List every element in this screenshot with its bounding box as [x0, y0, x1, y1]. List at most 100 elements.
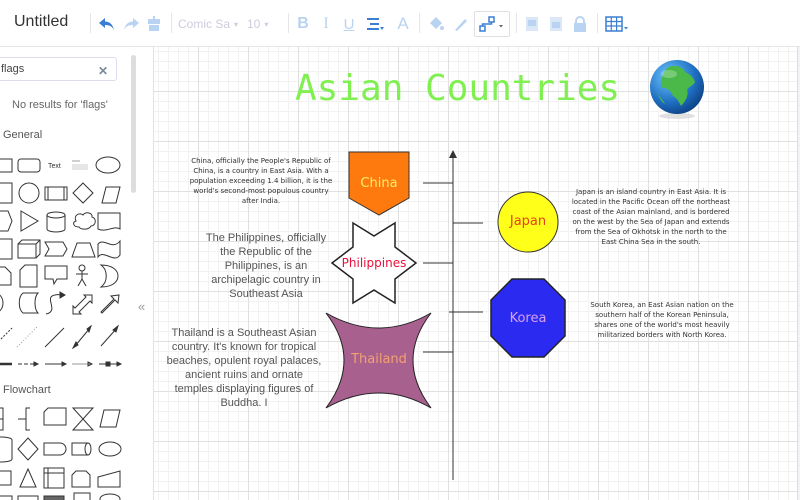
to-front-button[interactable] [524, 12, 540, 36]
bracket-shape [18, 407, 30, 431]
square-shape [0, 182, 13, 204]
china-description[interactable]: China, officially the People's Republic … [186, 156, 336, 206]
toolbar-divider [171, 13, 172, 33]
chevron-down-icon: ▾ [264, 19, 269, 29]
connector-style-button[interactable] [474, 11, 510, 37]
section-general-title[interactable]: General [3, 129, 42, 141]
bold-button[interactable]: B [295, 12, 311, 36]
sidebar-scrollbar[interactable] [131, 55, 136, 193]
parallelogram-shape [101, 186, 121, 204]
terminator-shape [43, 442, 67, 456]
font-color-icon: A [397, 14, 409, 33]
card-flow-shape [0, 470, 12, 486]
fill-color-icon [430, 17, 444, 30]
font-color-button[interactable]: A [395, 12, 411, 36]
or-shape [99, 264, 119, 288]
lock-icon [574, 16, 586, 32]
flowchart-shapes-palette [0, 407, 122, 500]
toolbar-divider [597, 13, 598, 33]
document-title[interactable]: Untitled [14, 13, 68, 31]
step-shape [44, 241, 68, 257]
bold-icon: B [297, 15, 309, 32]
china-label[interactable]: China [349, 176, 409, 191]
toolbar: Untitled Comic Sa ▾ 10 ▾ B I U A [0, 0, 800, 47]
tape-shape [97, 239, 121, 259]
to-back-icon [550, 17, 562, 31]
fill-color-button[interactable] [427, 12, 445, 36]
font-size-value: 10 [247, 17, 261, 31]
collapse-sidebar-icon[interactable]: « [138, 299, 145, 314]
cube-shape [17, 239, 41, 259]
to-back-button[interactable] [548, 12, 564, 36]
font-family-select[interactable]: Comic Sa ▾ [178, 12, 240, 36]
display-shape [98, 441, 122, 457]
korea-label[interactable]: Korea [491, 311, 565, 326]
chevron-down-icon: ▾ [234, 19, 239, 29]
bidirectional-arrow-shape [72, 294, 93, 315]
japan-description[interactable]: Japan is an island country in East Asia.… [568, 187, 734, 247]
table-button[interactable] [604, 12, 630, 36]
toolbar-divider [516, 13, 517, 33]
undo-button[interactable] [97, 12, 117, 36]
hexagon-shape [0, 210, 13, 232]
line-color-button[interactable] [451, 12, 469, 36]
loop-limit-shape [71, 470, 91, 488]
rounded-rectangle-shape [17, 158, 41, 173]
toolbar-divider [419, 13, 420, 33]
undo-icon [99, 18, 114, 30]
manual-operation-shape [43, 407, 67, 426]
redo-icon [124, 18, 139, 30]
toolbar-divider [90, 13, 91, 33]
shape-sidebar: flags ✕ No results for 'flags' General T… [0, 47, 150, 500]
font-size-select[interactable]: 10 ▾ [247, 12, 283, 36]
korea-description[interactable]: South Korea, an East Asian nation on the… [588, 300, 736, 340]
collate-shape [71, 407, 95, 431]
annotation-shape [0, 407, 4, 431]
dashed-line-shape [0, 327, 13, 341]
format-painter-icon [148, 16, 160, 31]
data-shape [99, 409, 121, 428]
note-shape [0, 266, 12, 286]
thailand-description[interactable]: Thailand is a Southeast Asian country. I… [166, 326, 322, 410]
direct-access-shape [71, 442, 92, 456]
trapezoid-shape [71, 242, 96, 258]
rectangle-shape [0, 158, 13, 173]
underline-icon: U [343, 15, 355, 33]
circle-shape [18, 182, 40, 204]
clear-search-icon[interactable]: ✕ [98, 64, 108, 78]
triangle-shape [20, 210, 39, 232]
extract-shape [19, 467, 37, 488]
section-flowchart-title[interactable]: Flowchart [3, 384, 51, 396]
redo-button[interactable] [121, 12, 141, 36]
dotted-line-shape [16, 326, 38, 348]
manual-input-shape [97, 470, 121, 488]
lock-button[interactable] [572, 12, 588, 36]
underline-button[interactable]: U [341, 12, 357, 36]
italic-icon: I [323, 15, 329, 32]
to-front-icon [526, 17, 538, 31]
general-shapes-palette: Text [0, 156, 123, 367]
japan-label[interactable]: Japan [498, 214, 558, 229]
callout-shape [44, 265, 68, 286]
diagram-editor: Untitled Comic Sa ▾ 10 ▾ B I U A flags ✕… [0, 0, 800, 500]
philippines-description[interactable]: The Philippines, officially the Republic… [202, 231, 330, 301]
line-shape [44, 327, 65, 348]
cylinder-shape [46, 211, 66, 233]
connector-style-icon [479, 16, 503, 32]
document-shape [97, 212, 121, 231]
align-button[interactable] [365, 12, 385, 36]
font-family-value: Comic Sa [178, 17, 231, 31]
philippines-label[interactable]: Philippines [332, 256, 416, 270]
diamond-shape [72, 182, 94, 204]
data-storage-shape [18, 292, 40, 314]
italic-button[interactable]: I [318, 12, 334, 36]
actor-shape [78, 264, 86, 272]
thailand-label[interactable]: Thailand [340, 352, 418, 367]
format-painter-button[interactable] [145, 12, 163, 36]
toolbar-divider [288, 13, 289, 33]
decision-shape [17, 437, 39, 461]
no-results-message: No results for 'flags' [12, 99, 108, 111]
table-icon [605, 16, 628, 32]
database-shape [0, 436, 13, 463]
textbox-shape [72, 160, 88, 170]
